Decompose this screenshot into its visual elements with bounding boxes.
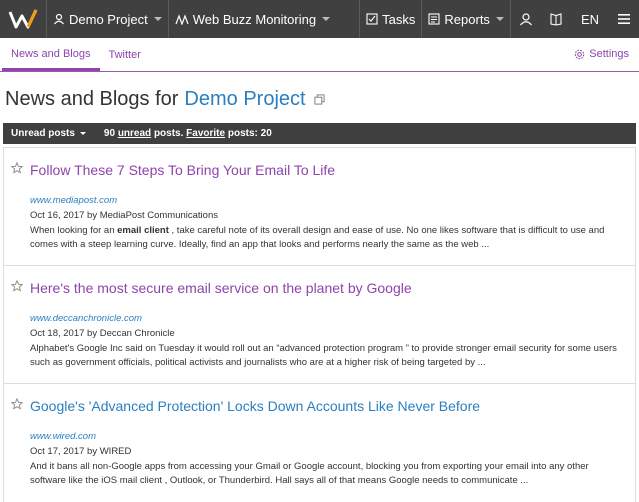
reports-icon (428, 13, 440, 25)
help-button[interactable] (541, 0, 571, 38)
menu-button[interactable] (609, 0, 639, 38)
page-title: News and Blogs for Demo Project (5, 88, 325, 111)
post-meta: Oct 17, 2017 by WIRED (30, 446, 132, 457)
language-selector[interactable]: EN (571, 0, 609, 38)
unread-posts-dropdown[interactable]: Unread posts (11, 128, 86, 139)
account-icon (519, 13, 532, 26)
posts-word: posts. (153, 128, 184, 139)
post-title-link[interactable]: Follow These 7 Steps To Bring Your Email… (30, 162, 335, 178)
list-item: Follow These 7 Steps To Bring Your Email… (4, 148, 635, 266)
post-meta: Oct 18, 2017 by Deccan Chronicle (30, 328, 175, 339)
star-icon[interactable] (11, 398, 23, 410)
copy-icon[interactable] (314, 94, 325, 105)
post-source-link[interactable]: www.mediapost.com (30, 195, 117, 206)
reports-label: Reports (444, 11, 490, 27)
project-label: Demo Project (69, 11, 148, 27)
list-item: Google's 'Advanced Protection' Locks Dow… (4, 384, 635, 502)
post-snippet: Alphabet's Google Inc said on Tuesday it… (30, 343, 617, 368)
unread-count: 90 (103, 128, 116, 139)
post-snippet: And it bans all non-Google apps from acc… (30, 461, 589, 486)
chevron-down-icon (153, 17, 162, 21)
favorite-link[interactable]: Favorite (186, 128, 225, 139)
settings-link[interactable]: Settings (574, 48, 629, 60)
project-selector[interactable]: Demo Project (47, 0, 168, 38)
page-title-project-link[interactable]: Demo Project (184, 88, 305, 111)
module-label: Web Buzz Monitoring (192, 11, 317, 27)
star-icon[interactable] (11, 162, 23, 174)
language-label: EN (580, 11, 599, 27)
unread-posts-label: Unread posts (11, 128, 75, 139)
highlight-term: email client (117, 225, 169, 236)
post-snippet: When looking for an email client , take … (30, 225, 605, 250)
logo-icon (8, 9, 38, 29)
post-meta: Oct 16, 2017 by MediaPost Communications (30, 210, 218, 221)
tasks-button[interactable]: Tasks (360, 0, 421, 38)
reports-button[interactable]: Reports (422, 0, 510, 38)
book-icon (550, 13, 562, 26)
star-icon[interactable] (11, 280, 23, 292)
post-source-link[interactable]: www.deccanchronicle.com (30, 313, 142, 324)
module-selector[interactable]: Web Buzz Monitoring (169, 0, 336, 38)
page-title-prefix: News and Blogs for (5, 88, 179, 110)
hamburger-menu-icon (618, 14, 630, 24)
user-icon (54, 13, 64, 25)
tab-twitter[interactable]: Twitter (100, 37, 150, 71)
post-title-link[interactable]: Here's the most secure email service on … (30, 280, 412, 296)
post-title-link[interactable]: Google's 'Advanced Protection' Locks Dow… (30, 398, 480, 414)
chevron-down-icon (322, 17, 331, 21)
top-navigation-bar: Demo Project Web Buzz Monitoring Tasks R… (0, 0, 639, 38)
chevron-down-icon (79, 132, 86, 135)
web-buzz-icon (175, 14, 189, 25)
account-button[interactable] (511, 0, 541, 38)
favorite-count: posts: 20 (227, 128, 272, 139)
sub-tabs: News and Blogs Twitter Settings (0, 38, 639, 72)
chevron-down-icon (495, 17, 504, 21)
unread-link[interactable]: unread (118, 128, 151, 139)
app-logo[interactable] (0, 0, 46, 38)
tab-news-and-blogs[interactable]: News and Blogs (2, 37, 100, 71)
post-stats: 90 unread posts. Favorite posts: 20 (104, 128, 272, 139)
settings-label: Settings (589, 48, 629, 60)
list-item: Here's the most secure email service on … (4, 266, 635, 384)
tasks-label: Tasks (382, 11, 416, 27)
gear-icon (575, 49, 585, 59)
posts-list: Follow These 7 Steps To Bring Your Email… (3, 147, 636, 502)
filter-bar: Unread posts 90 unread posts. Favorite p… (3, 123, 636, 144)
tasks-icon (366, 13, 378, 25)
post-source-link[interactable]: www.wired.com (30, 431, 96, 442)
